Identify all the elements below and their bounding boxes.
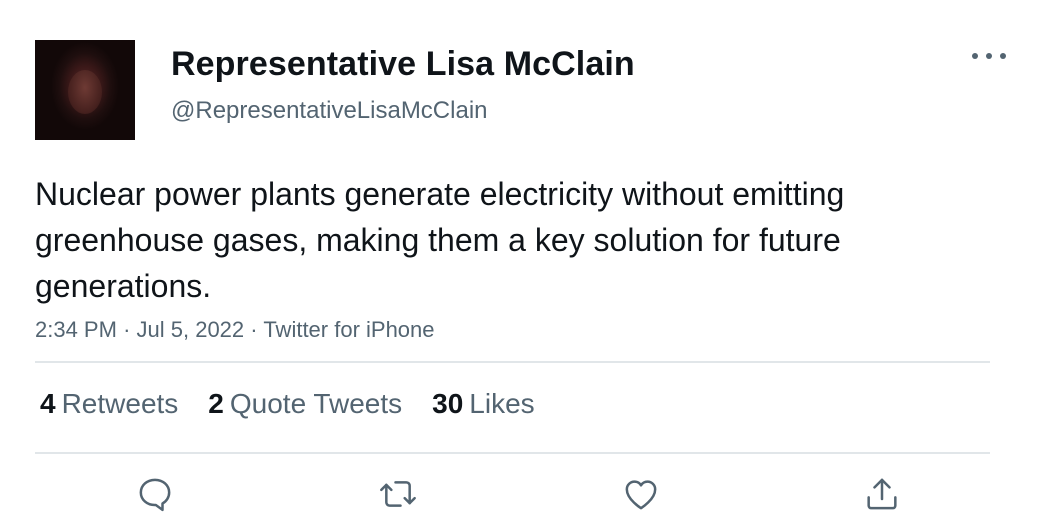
avatar[interactable] — [35, 40, 135, 140]
more-options-icon[interactable] — [972, 46, 1006, 66]
more-dot — [1000, 53, 1006, 59]
heart-icon[interactable] — [621, 474, 661, 514]
more-dot — [986, 53, 992, 59]
tweet-date[interactable]: Jul 5, 2022 — [137, 317, 245, 342]
retweets-label: Retweets — [61, 388, 179, 419]
action-bar — [0, 472, 1050, 522]
tweet-meta: 2:34 PM · Jul 5, 2022 · Twitter for iPho… — [35, 316, 435, 344]
tweet-time[interactable]: 2:34 PM — [35, 317, 117, 342]
retweets-count: 4 — [40, 388, 56, 419]
likes-label: Likes — [469, 388, 535, 419]
divider — [35, 452, 990, 454]
likes-stat[interactable]: 30 Likes — [432, 386, 535, 422]
meta-separator: · — [123, 317, 131, 342]
tweet-text: Nuclear power plants generate electricit… — [35, 176, 845, 304]
likes-count: 30 — [432, 388, 464, 419]
divider — [35, 361, 990, 363]
tweet-stats: 4 Retweets 2 Quote Tweets 30 Likes — [40, 386, 565, 422]
retweets-stat[interactable]: 4 Retweets — [40, 386, 178, 422]
display-name[interactable]: Representative Lisa McClain — [171, 44, 635, 84]
share-icon[interactable] — [862, 474, 902, 514]
reply-icon[interactable] — [135, 474, 175, 514]
user-handle[interactable]: @RepresentativeLisaMcClain — [171, 97, 488, 125]
more-dot — [972, 53, 978, 59]
meta-separator: · — [250, 317, 258, 342]
quote-tweets-count: 2 — [208, 388, 224, 419]
quote-tweets-stat[interactable]: 2 Quote Tweets — [208, 386, 402, 422]
quote-tweets-label: Quote Tweets — [229, 388, 403, 419]
retweet-icon[interactable] — [378, 474, 418, 514]
avatar-photo — [68, 70, 102, 114]
tweet-source[interactable]: Twitter for iPhone — [263, 317, 434, 342]
